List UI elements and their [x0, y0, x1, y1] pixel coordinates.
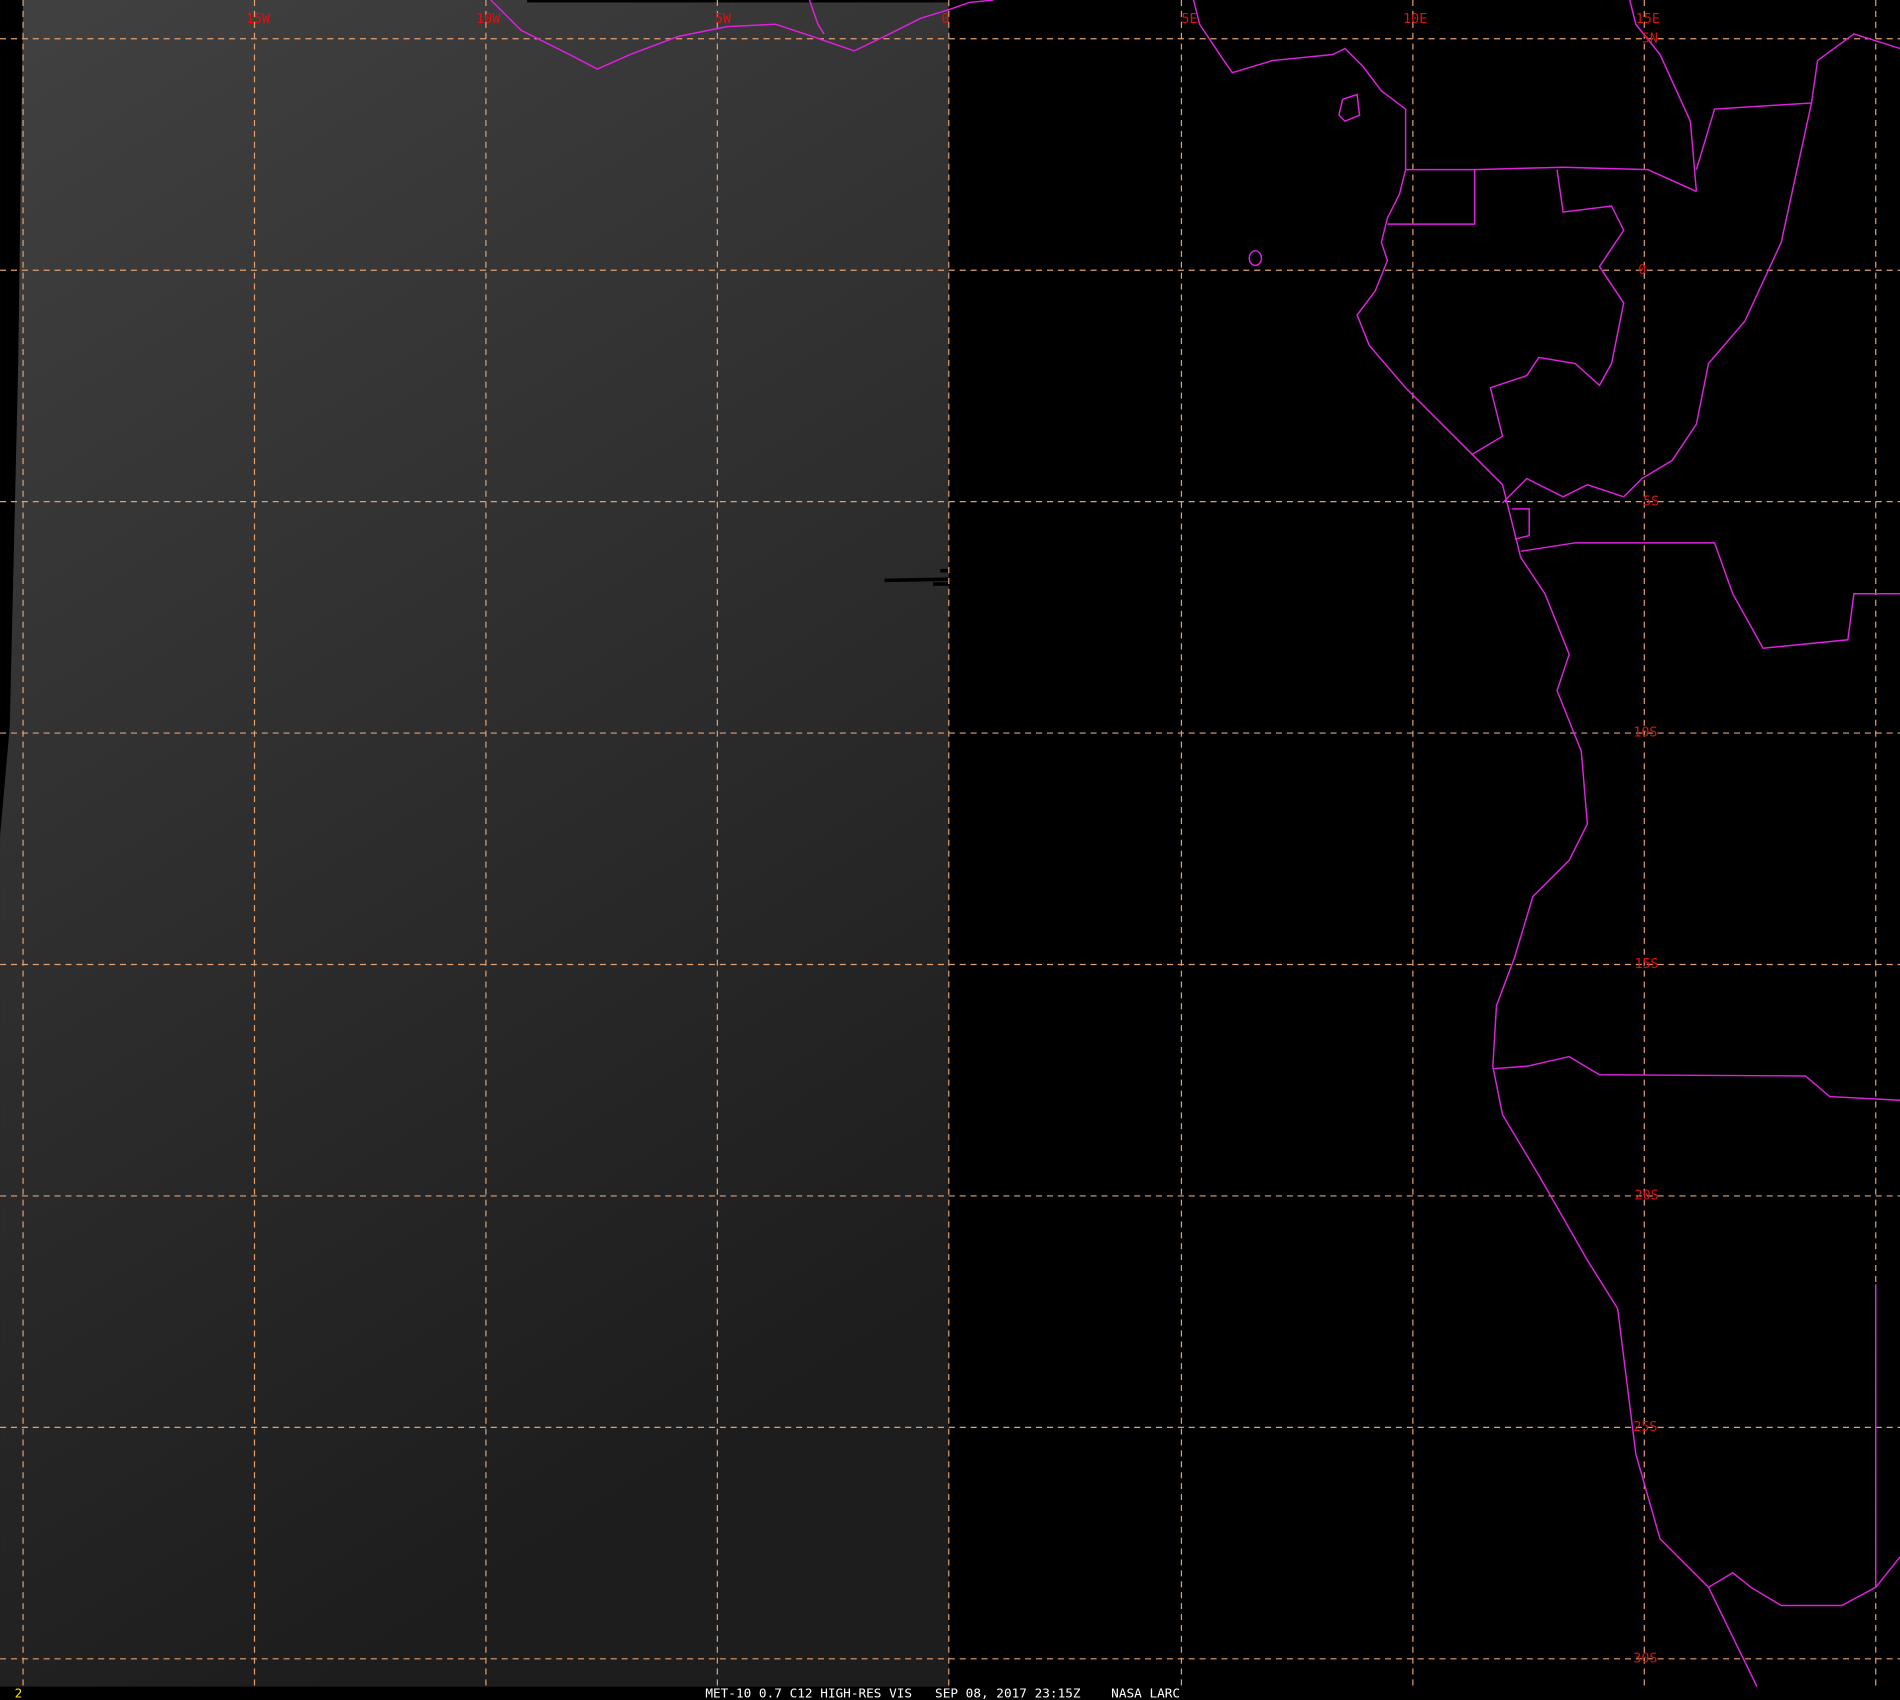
visible-imagery-region — [0, 0, 949, 1687]
lat-label-10s: 10S — [1633, 726, 1657, 741]
lat-label-0: 0 — [1638, 263, 1646, 278]
lon-label-10w: 10W — [476, 12, 501, 27]
satellite-map: 15W 10W 5W 0 5E 10E 15E 5N 0 5S 10S 15S … — [0, 0, 1900, 1700]
frame-number: 2 — [15, 1686, 23, 1700]
lon-label-5e: 5E — [1181, 12, 1197, 27]
lat-label-5n: 5N — [1642, 31, 1658, 46]
lat-label-25s: 25S — [1633, 1420, 1657, 1435]
lat-label-5s: 5S — [1643, 494, 1659, 509]
lon-label-0: 0 — [942, 12, 950, 27]
lon-label-5w: 5W — [715, 12, 732, 27]
lon-label-10e: 10E — [1403, 12, 1427, 27]
image-caption: MET-10 0.7 C12 HIGH-RES VIS SEP 08, 2017… — [705, 1686, 1180, 1700]
no-data-strip-top — [527, 0, 949, 3]
lon-label-15w: 15W — [246, 12, 271, 27]
lat-label-20s: 20S — [1635, 1189, 1659, 1204]
lat-label-30s: 30S — [1633, 1651, 1657, 1666]
lon-label-15e: 15E — [1636, 12, 1660, 27]
lat-label-15s: 15S — [1635, 957, 1659, 972]
